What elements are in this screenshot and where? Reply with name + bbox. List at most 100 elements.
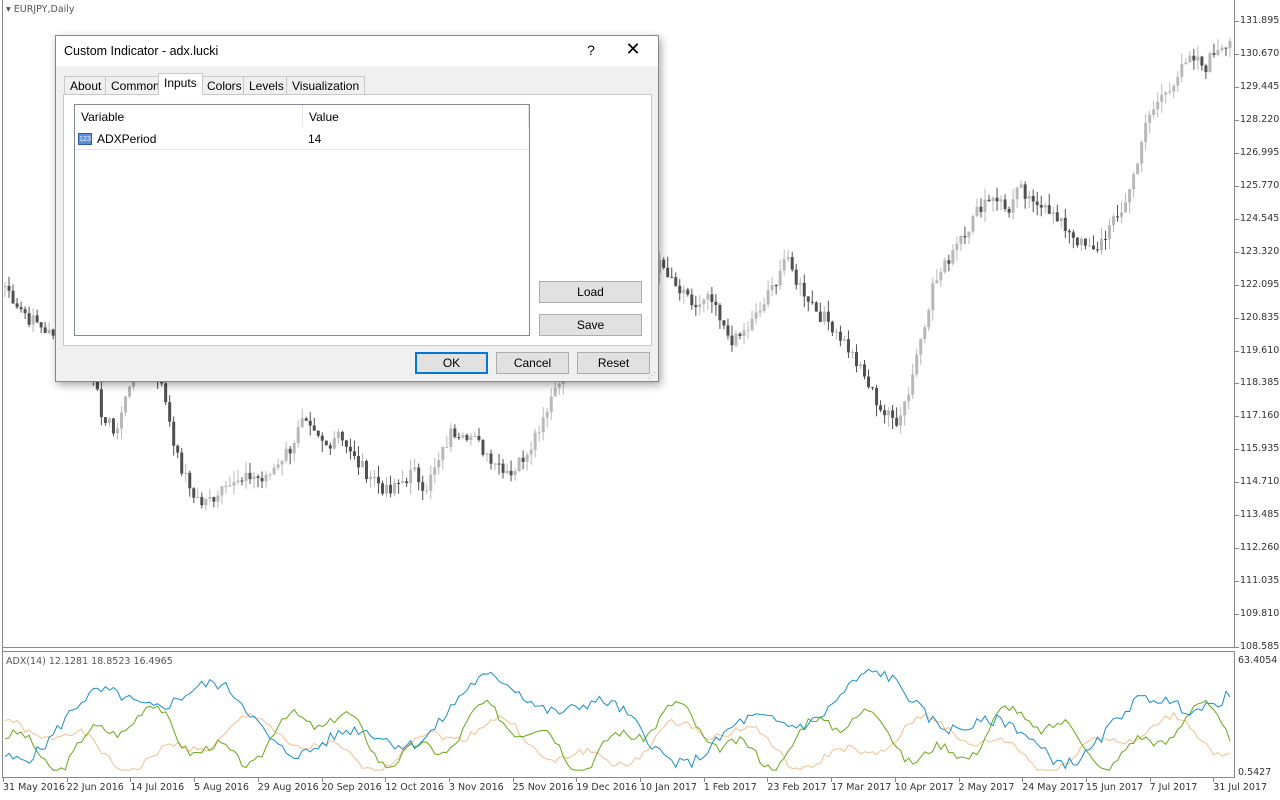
tab-levels[interactable]: Levels: [243, 76, 290, 94]
param-value[interactable]: 14: [308, 132, 321, 146]
price-tick: [1235, 548, 1239, 550]
candle-body: [220, 486, 224, 496]
candle-body: [216, 495, 220, 502]
date-label: 25 Nov 2016: [512, 782, 574, 793]
cancel-button[interactable]: Cancel: [496, 352, 569, 374]
candle-body: [1063, 217, 1067, 231]
candle-body: [1148, 115, 1152, 123]
help-icon[interactable]: ?: [584, 42, 598, 58]
date-label: 1 Feb 2017: [703, 782, 757, 793]
save-button[interactable]: Save: [539, 314, 642, 336]
candle-body: [987, 199, 991, 202]
candle-body: [1212, 53, 1216, 55]
candle-body: [718, 304, 722, 321]
candle-body: [818, 311, 822, 322]
close-icon[interactable]: ✕: [622, 39, 644, 60]
candle-body: [903, 401, 907, 416]
candle-body: [1039, 205, 1043, 208]
candle-body: [778, 270, 782, 286]
candle-body: [164, 383, 168, 403]
candle-body: [188, 472, 192, 489]
candle-body: [11, 290, 15, 304]
candle-body: [232, 482, 236, 486]
candle-body: [694, 305, 698, 308]
candle-body: [413, 467, 417, 470]
tab-visualization[interactable]: Visualization: [286, 76, 366, 94]
date-label: 12 Oct 2016: [385, 782, 444, 793]
candle-body: [525, 454, 529, 462]
minus-di-line: [4, 711, 1231, 771]
candle-body: [887, 410, 891, 416]
resize-grip-icon[interactable]: ⋰: [648, 371, 656, 380]
tab-colors[interactable]: Colors: [201, 76, 248, 94]
price-label: 125.770: [1240, 179, 1280, 191]
price-label: 119.610: [1240, 344, 1280, 356]
price-tick: [1235, 21, 1239, 22]
candle-body: [481, 439, 485, 455]
candle-body: [1196, 56, 1200, 61]
price-label: 120.835: [1240, 311, 1280, 323]
tab-common[interactable]: Common: [105, 76, 166, 94]
dialog-titlebar[interactable]: Custom Indicator - adx.lucki ? ✕: [56, 36, 658, 66]
tab-inputs[interactable]: Inputs: [158, 73, 203, 95]
candle-body: [1108, 225, 1112, 240]
candle-body: [425, 490, 429, 492]
candle-body: [858, 364, 862, 367]
candle-body: [814, 302, 818, 312]
candle-body: [111, 418, 115, 434]
candle-body: [782, 259, 786, 271]
date-label: 20 Sep 2016: [321, 782, 382, 793]
candle-body: [473, 435, 477, 437]
candle-body: [360, 460, 364, 468]
indicator-max-label: 63.4054: [1238, 655, 1278, 666]
candle-body: [332, 438, 336, 449]
column-header-value[interactable]: Value: [303, 105, 527, 127]
candle-body: [1136, 163, 1140, 175]
candle-body: [995, 197, 999, 202]
candle-body: [1124, 202, 1128, 213]
candle-body: [19, 307, 23, 310]
candle-body: [1031, 195, 1035, 202]
candle-body: [750, 318, 754, 330]
candle-body: [738, 333, 742, 337]
candle-body: [1180, 64, 1184, 78]
price-tick: [1235, 86, 1239, 88]
candle-body: [128, 386, 132, 397]
ok-button[interactable]: OK: [415, 352, 488, 374]
candle-body: [790, 257, 794, 270]
candle-body: [1216, 50, 1220, 55]
candle-body: [280, 460, 284, 465]
candle-body: [774, 285, 778, 287]
candle-body: [389, 484, 393, 494]
candle-body: [272, 467, 276, 475]
reset-button[interactable]: Reset: [577, 352, 650, 374]
price-label: 117.160: [1240, 410, 1280, 422]
param-name[interactable]: ADXPeriod: [97, 132, 156, 146]
candle-body: [1132, 174, 1136, 190]
integer-param-icon: 123: [78, 133, 92, 145]
date-label: 24 May 2017: [1022, 782, 1085, 793]
candle-body: [513, 471, 517, 476]
column-header-variable[interactable]: Variable: [75, 105, 302, 127]
candle-body: [867, 376, 871, 388]
candle-body: [31, 315, 35, 325]
inputs-table[interactable]: Variable Value 123 ADXPeriod 14: [74, 104, 530, 336]
dialog-title: Custom Indicator - adx.lucki: [64, 44, 219, 58]
price-label: 123.320: [1240, 245, 1280, 257]
candle-body: [433, 467, 437, 475]
candle-body: [276, 464, 280, 468]
candle-body: [955, 243, 959, 251]
date-label: 23 Feb 2017: [767, 782, 827, 793]
candle-body: [312, 425, 316, 431]
price-tick: [1235, 53, 1239, 55]
plus-di-line: [4, 699, 1231, 771]
price-label: 111.035: [1240, 575, 1280, 587]
candle-body: [324, 440, 328, 446]
tab-about[interactable]: About: [64, 76, 108, 94]
candle-body: [449, 428, 453, 447]
candle-body: [103, 417, 107, 423]
load-button[interactable]: Load: [539, 281, 642, 303]
price-tick: [1235, 614, 1239, 616]
candle-body: [200, 497, 204, 506]
candle-body: [497, 463, 501, 465]
